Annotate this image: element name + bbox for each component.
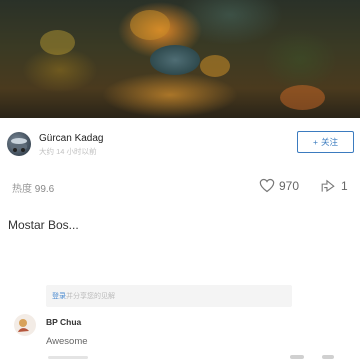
heart-icon xyxy=(259,178,275,193)
plus-icon: + xyxy=(313,137,318,147)
comment-text: Awesome xyxy=(46,336,88,347)
author-avatar-icon xyxy=(11,138,27,152)
heat-score: 热度 99.6 xyxy=(12,180,54,195)
foliage xyxy=(40,30,75,55)
foliage xyxy=(280,85,325,110)
next-comment-preview xyxy=(0,354,360,360)
commenter-avatar-icon xyxy=(18,319,29,332)
follow-label: 关注 xyxy=(320,137,338,147)
follow-button[interactable]: + 关注 xyxy=(297,131,354,153)
author-name[interactable]: Gürcan Kadag xyxy=(39,133,104,144)
post-title[interactable]: Mostar Bos... xyxy=(8,218,79,232)
comment-reply-icon[interactable] xyxy=(322,355,334,359)
river xyxy=(150,45,200,75)
comment-placeholder: 并分享您的见解 xyxy=(66,293,115,300)
post-cover-image[interactable] xyxy=(0,0,360,118)
login-link[interactable]: 登录 xyxy=(52,291,66,301)
commenter-avatar[interactable] xyxy=(14,314,36,336)
heat-value: 99.6 xyxy=(34,184,55,195)
foliage xyxy=(200,55,230,77)
heat-label: 热度 xyxy=(12,184,32,195)
foliage xyxy=(130,10,170,40)
share-icon xyxy=(321,179,335,193)
share-button[interactable]: 1 xyxy=(320,178,348,193)
post-time: 大约 14 小时以前 xyxy=(39,147,97,156)
commenter-name[interactable]: BP Chua xyxy=(46,317,81,327)
share-count: 1 xyxy=(341,178,348,193)
comment-like-icon[interactable] xyxy=(290,355,304,359)
like-button[interactable]: 970 xyxy=(259,178,299,193)
author-avatar[interactable] xyxy=(7,132,31,156)
placeholder-bar xyxy=(48,356,88,359)
comment-input[interactable]: 登录 并分享您的见解 xyxy=(46,285,292,307)
like-count: 970 xyxy=(279,178,300,193)
